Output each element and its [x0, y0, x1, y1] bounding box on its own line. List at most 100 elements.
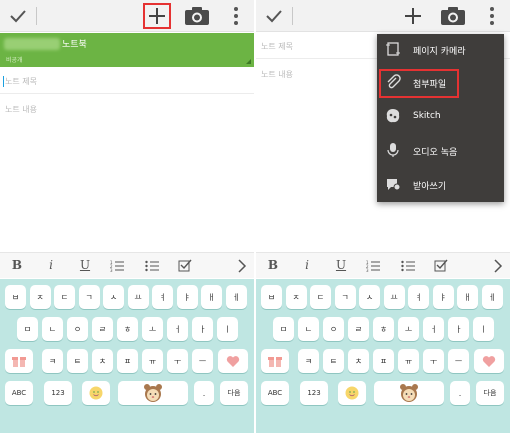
next-key[interactable]: 다음: [476, 381, 504, 405]
keyboard-key[interactable]: ㅅ: [359, 285, 380, 309]
checkbox-icon[interactable]: [178, 259, 192, 273]
keyboard-key[interactable]: ㅋ: [42, 349, 63, 373]
bold-button[interactable]: B: [265, 258, 281, 274]
keyboard-key[interactable]: ㄷ: [310, 285, 331, 309]
menu-item-audio-recording[interactable]: 오디오 녹음: [377, 135, 504, 167]
smiley-icon: [89, 386, 103, 400]
note-content-field[interactable]: 노트 내용: [0, 96, 254, 122]
keyboard-key[interactable]: ㅐ: [201, 285, 222, 309]
keyboard-key[interactable]: ㅁ: [17, 317, 38, 341]
keyboard-key[interactable]: ㅠ: [142, 349, 163, 373]
keyboard-key[interactable]: ㄱ: [334, 285, 356, 309]
keyboard-key[interactable]: ㄹ: [348, 317, 369, 341]
keyboard-key[interactable]: ㅍ: [117, 349, 138, 373]
bold-button[interactable]: B: [9, 258, 25, 274]
keyboard-key[interactable]: ㅕ: [152, 285, 173, 309]
emoji-key[interactable]: [338, 381, 366, 405]
menu-item-dictation[interactable]: 받아쓰기: [377, 169, 504, 201]
note-title-field[interactable]: 노트 제목: [0, 68, 254, 94]
keyboard-key[interactable]: ㅜ: [423, 349, 444, 373]
numbered-list-icon[interactable]: 123: [366, 259, 380, 273]
more-vert-icon[interactable]: [231, 6, 241, 26]
keyboard-key[interactable]: ㅊ: [92, 349, 113, 373]
keyboard-key[interactable]: ㄷ: [54, 285, 75, 309]
keyboard-key[interactable]: ㄱ: [78, 285, 100, 309]
numbered-list-icon[interactable]: 123: [110, 259, 124, 273]
keyboard-key[interactable]: ㅂ: [261, 285, 282, 309]
add-button[interactable]: [143, 3, 171, 29]
keyboard-key[interactable]: ㅊ: [348, 349, 369, 373]
italic-button[interactable]: i: [300, 258, 314, 274]
period-key[interactable]: .: [450, 381, 470, 405]
keyboard-key[interactable]: ㅛ: [383, 285, 405, 309]
keyboard-key[interactable]: ㅇ: [323, 317, 344, 341]
keyboard-key[interactable]: ㅑ: [176, 285, 198, 309]
notebook-selector[interactable]: 노트북 비공개: [0, 33, 254, 67]
keyboard-key[interactable]: ㄴ: [298, 317, 319, 341]
keyboard-key[interactable]: ㅐ: [457, 285, 478, 309]
keyboard-key[interactable]: ㅕ: [408, 285, 429, 309]
keyboard-key[interactable]: ㅏ: [448, 317, 469, 341]
space-key[interactable]: [374, 381, 444, 405]
keyboard-key[interactable]: ㅗ: [142, 317, 163, 341]
heart-icon: [226, 355, 240, 367]
keyboard-key[interactable]: ㅋ: [298, 349, 319, 373]
keyboard-key[interactable]: ㅇ: [67, 317, 88, 341]
keyboard-key[interactable]: ㅈ: [29, 285, 51, 309]
keyboard-key[interactable]: ㅈ: [285, 285, 307, 309]
keyboard-key[interactable]: ㅎ: [373, 317, 394, 341]
space-key[interactable]: [118, 381, 188, 405]
italic-button[interactable]: i: [44, 258, 58, 274]
check-icon[interactable]: [262, 4, 286, 28]
backspace-key[interactable]: [218, 349, 248, 373]
backspace-key[interactable]: [474, 349, 504, 373]
keyboard-key[interactable]: ㅣ: [473, 317, 494, 341]
abc-key[interactable]: ABC: [261, 381, 289, 405]
keyboard-key[interactable]: ㄴ: [42, 317, 63, 341]
menu-item-skitch[interactable]: Skitch: [377, 101, 504, 133]
underline-button[interactable]: U: [78, 258, 92, 274]
keyboard-key[interactable]: ㅓ: [167, 317, 188, 341]
bullet-list-icon[interactable]: [145, 259, 159, 273]
add-button[interactable]: [399, 3, 427, 29]
more-vert-icon[interactable]: [487, 6, 497, 26]
keyboard-key[interactable]: ㅌ: [323, 349, 344, 373]
camera-icon[interactable]: [184, 6, 210, 26]
gift-key[interactable]: [261, 349, 289, 373]
keyboard-key[interactable]: ㅓ: [423, 317, 444, 341]
emoji-key[interactable]: [82, 381, 110, 405]
keyboard-key[interactable]: ㅔ: [225, 285, 247, 309]
keyboard-key[interactable]: ㅁ: [273, 317, 294, 341]
keyboard-key[interactable]: ㅑ: [432, 285, 454, 309]
keyboard-key[interactable]: ㅜ: [167, 349, 188, 373]
keyboard-key[interactable]: ㅎ: [117, 317, 138, 341]
keyboard-key[interactable]: ㅡ: [448, 349, 469, 373]
camera-icon[interactable]: [440, 6, 466, 26]
number-key[interactable]: 123: [300, 381, 328, 405]
chevron-right-icon[interactable]: [491, 259, 505, 273]
period-key[interactable]: .: [194, 381, 214, 405]
menu-item-page-camera[interactable]: 페이지 카메라: [377, 34, 504, 66]
keyboard-key[interactable]: ㄹ: [92, 317, 113, 341]
abc-key[interactable]: ABC: [5, 381, 33, 405]
number-key[interactable]: 123: [44, 381, 72, 405]
underline-button[interactable]: U: [334, 258, 348, 274]
keyboard-key[interactable]: ㅔ: [481, 285, 503, 309]
checkbox-icon[interactable]: [434, 259, 448, 273]
keyboard-key[interactable]: ㅣ: [217, 317, 238, 341]
check-icon[interactable]: [6, 4, 30, 28]
keyboard-key[interactable]: ㅌ: [67, 349, 88, 373]
bullet-list-icon[interactable]: [401, 259, 415, 273]
keyboard-key[interactable]: ㅛ: [127, 285, 149, 309]
keyboard-key[interactable]: ㅠ: [398, 349, 419, 373]
keyboard-key[interactable]: ㅡ: [192, 349, 213, 373]
keyboard-key[interactable]: ㅍ: [373, 349, 394, 373]
keyboard-key[interactable]: ㅗ: [398, 317, 419, 341]
next-key[interactable]: 다음: [220, 381, 248, 405]
keyboard-key[interactable]: ㅂ: [5, 285, 26, 309]
chevron-right-icon[interactable]: [235, 259, 249, 273]
keyboard-key[interactable]: ㅅ: [103, 285, 124, 309]
gift-key[interactable]: [5, 349, 33, 373]
keyboard-key[interactable]: ㅏ: [192, 317, 213, 341]
note-content-placeholder: 노트 내용: [5, 105, 37, 114]
